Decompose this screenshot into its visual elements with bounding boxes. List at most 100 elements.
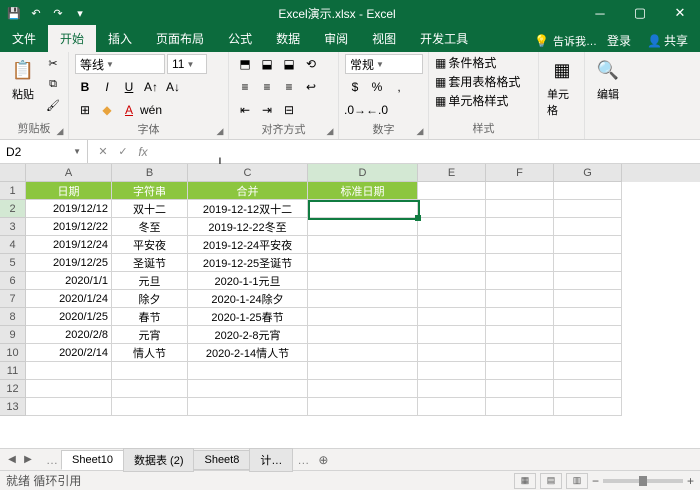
- cell[interactable]: 2019/12/24: [26, 236, 112, 254]
- row-header[interactable]: 13: [0, 398, 26, 416]
- cell[interactable]: 2019-12-12双十二: [188, 200, 308, 218]
- cell[interactable]: 标准日期: [308, 182, 418, 200]
- row-header[interactable]: 5: [0, 254, 26, 272]
- decrease-indent-icon[interactable]: ⇤: [235, 100, 255, 120]
- cell[interactable]: 2019-12-22冬至: [188, 218, 308, 236]
- cell[interactable]: [418, 236, 486, 254]
- maximize-button[interactable]: ▢: [620, 0, 660, 26]
- minimize-button[interactable]: ─: [580, 0, 620, 26]
- cell[interactable]: [486, 200, 554, 218]
- phonetic-icon[interactable]: wén: [141, 100, 161, 120]
- paste-button[interactable]: 📋 粘贴: [6, 54, 40, 104]
- cell[interactable]: [112, 362, 188, 380]
- cell[interactable]: 字符串: [112, 182, 188, 200]
- cell[interactable]: [188, 362, 308, 380]
- cell[interactable]: [486, 326, 554, 344]
- wrap-text-icon[interactable]: ↩: [301, 77, 321, 97]
- font-color-icon[interactable]: A: [119, 100, 139, 120]
- cell[interactable]: [418, 218, 486, 236]
- cell[interactable]: [554, 398, 622, 416]
- cell[interactable]: [486, 218, 554, 236]
- increase-font-icon[interactable]: A↑: [141, 77, 161, 97]
- sheet-tab-2[interactable]: Sheet8: [193, 450, 250, 470]
- cell[interactable]: [554, 236, 622, 254]
- align-center-icon[interactable]: ≡: [257, 77, 277, 97]
- row-header[interactable]: 4: [0, 236, 26, 254]
- zoom-slider[interactable]: [603, 479, 683, 483]
- align-top-icon[interactable]: ⬒: [235, 54, 255, 74]
- cell[interactable]: [308, 200, 418, 218]
- cell[interactable]: [308, 254, 418, 272]
- col-header-a[interactable]: A: [26, 164, 112, 182]
- select-all-corner[interactable]: [0, 164, 26, 182]
- normal-view-icon[interactable]: ▦: [514, 473, 536, 489]
- cancel-formula-icon[interactable]: ✕: [94, 143, 112, 161]
- row-header[interactable]: 8: [0, 308, 26, 326]
- cell[interactable]: [486, 362, 554, 380]
- cell[interactable]: 2020/1/1: [26, 272, 112, 290]
- row-header[interactable]: 11: [0, 362, 26, 380]
- cell[interactable]: [308, 344, 418, 362]
- tab-formulas[interactable]: 公式: [216, 25, 264, 52]
- cell[interactable]: [308, 272, 418, 290]
- cell[interactable]: 2020/2/8: [26, 326, 112, 344]
- zoom-thumb[interactable]: [639, 476, 647, 486]
- font-launcher-icon[interactable]: ◢: [214, 125, 226, 137]
- cell[interactable]: [308, 398, 418, 416]
- col-header-d[interactable]: D: [308, 164, 418, 182]
- italic-button[interactable]: I: [97, 77, 117, 97]
- cell[interactable]: [554, 290, 622, 308]
- align-right-icon[interactable]: ≡: [279, 77, 299, 97]
- cell[interactable]: [26, 398, 112, 416]
- cell[interactable]: [486, 344, 554, 362]
- zoom-out-icon[interactable]: −: [592, 474, 599, 488]
- comma-icon[interactable]: ,: [389, 77, 409, 97]
- decrease-decimal-icon[interactable]: ←.0: [367, 100, 387, 120]
- bold-button[interactable]: B: [75, 77, 95, 97]
- undo-icon[interactable]: ↶: [28, 5, 44, 21]
- row-header[interactable]: 9: [0, 326, 26, 344]
- cell[interactable]: [418, 200, 486, 218]
- cell[interactable]: 2020-2-8元宵: [188, 326, 308, 344]
- cell[interactable]: [554, 362, 622, 380]
- tab-insert[interactable]: 插入: [96, 25, 144, 52]
- row-header[interactable]: 10: [0, 344, 26, 362]
- cell[interactable]: 春节: [112, 308, 188, 326]
- cell[interactable]: 2020-1-24除夕: [188, 290, 308, 308]
- align-bottom-icon[interactable]: ⬓: [279, 54, 299, 74]
- sheet-tab-more[interactable]: …: [42, 453, 62, 467]
- merge-icon[interactable]: ⊟: [279, 100, 299, 120]
- cell[interactable]: [554, 326, 622, 344]
- cell[interactable]: 情人节: [112, 344, 188, 362]
- cell[interactable]: [112, 398, 188, 416]
- currency-icon[interactable]: $: [345, 77, 365, 97]
- font-name-combo[interactable]: 等线▼: [75, 54, 165, 74]
- cell[interactable]: [486, 254, 554, 272]
- sheet-tab-0[interactable]: Sheet10: [61, 450, 124, 470]
- tab-view[interactable]: 视图: [360, 25, 408, 52]
- col-header-f[interactable]: F: [486, 164, 554, 182]
- increase-indent-icon[interactable]: ⇥: [257, 100, 277, 120]
- conditional-format-button[interactable]: ▦条件格式: [435, 54, 496, 71]
- cell[interactable]: [486, 236, 554, 254]
- sheet-tab-more-right[interactable]: …: [293, 453, 313, 467]
- col-header-c[interactable]: C: [188, 164, 308, 182]
- cell[interactable]: [554, 380, 622, 398]
- save-icon[interactable]: 💾: [6, 5, 22, 21]
- cell[interactable]: [308, 326, 418, 344]
- tab-data[interactable]: 数据: [264, 25, 312, 52]
- col-header-g[interactable]: G: [554, 164, 622, 182]
- col-header-b[interactable]: B: [112, 164, 188, 182]
- orientation-icon[interactable]: ⟲: [301, 54, 321, 74]
- row-header[interactable]: 12: [0, 380, 26, 398]
- new-sheet-button[interactable]: ⊕: [313, 453, 333, 467]
- align-left-icon[interactable]: ≡: [235, 77, 255, 97]
- cell[interactable]: [486, 182, 554, 200]
- number-format-combo[interactable]: 常规▼: [345, 54, 423, 74]
- redo-icon[interactable]: ↷: [50, 5, 66, 21]
- cell[interactable]: [188, 380, 308, 398]
- cell[interactable]: 双十二: [112, 200, 188, 218]
- border-icon[interactable]: ⊞: [75, 100, 95, 120]
- page-break-view-icon[interactable]: ▥: [566, 473, 588, 489]
- tab-review[interactable]: 审阅: [312, 25, 360, 52]
